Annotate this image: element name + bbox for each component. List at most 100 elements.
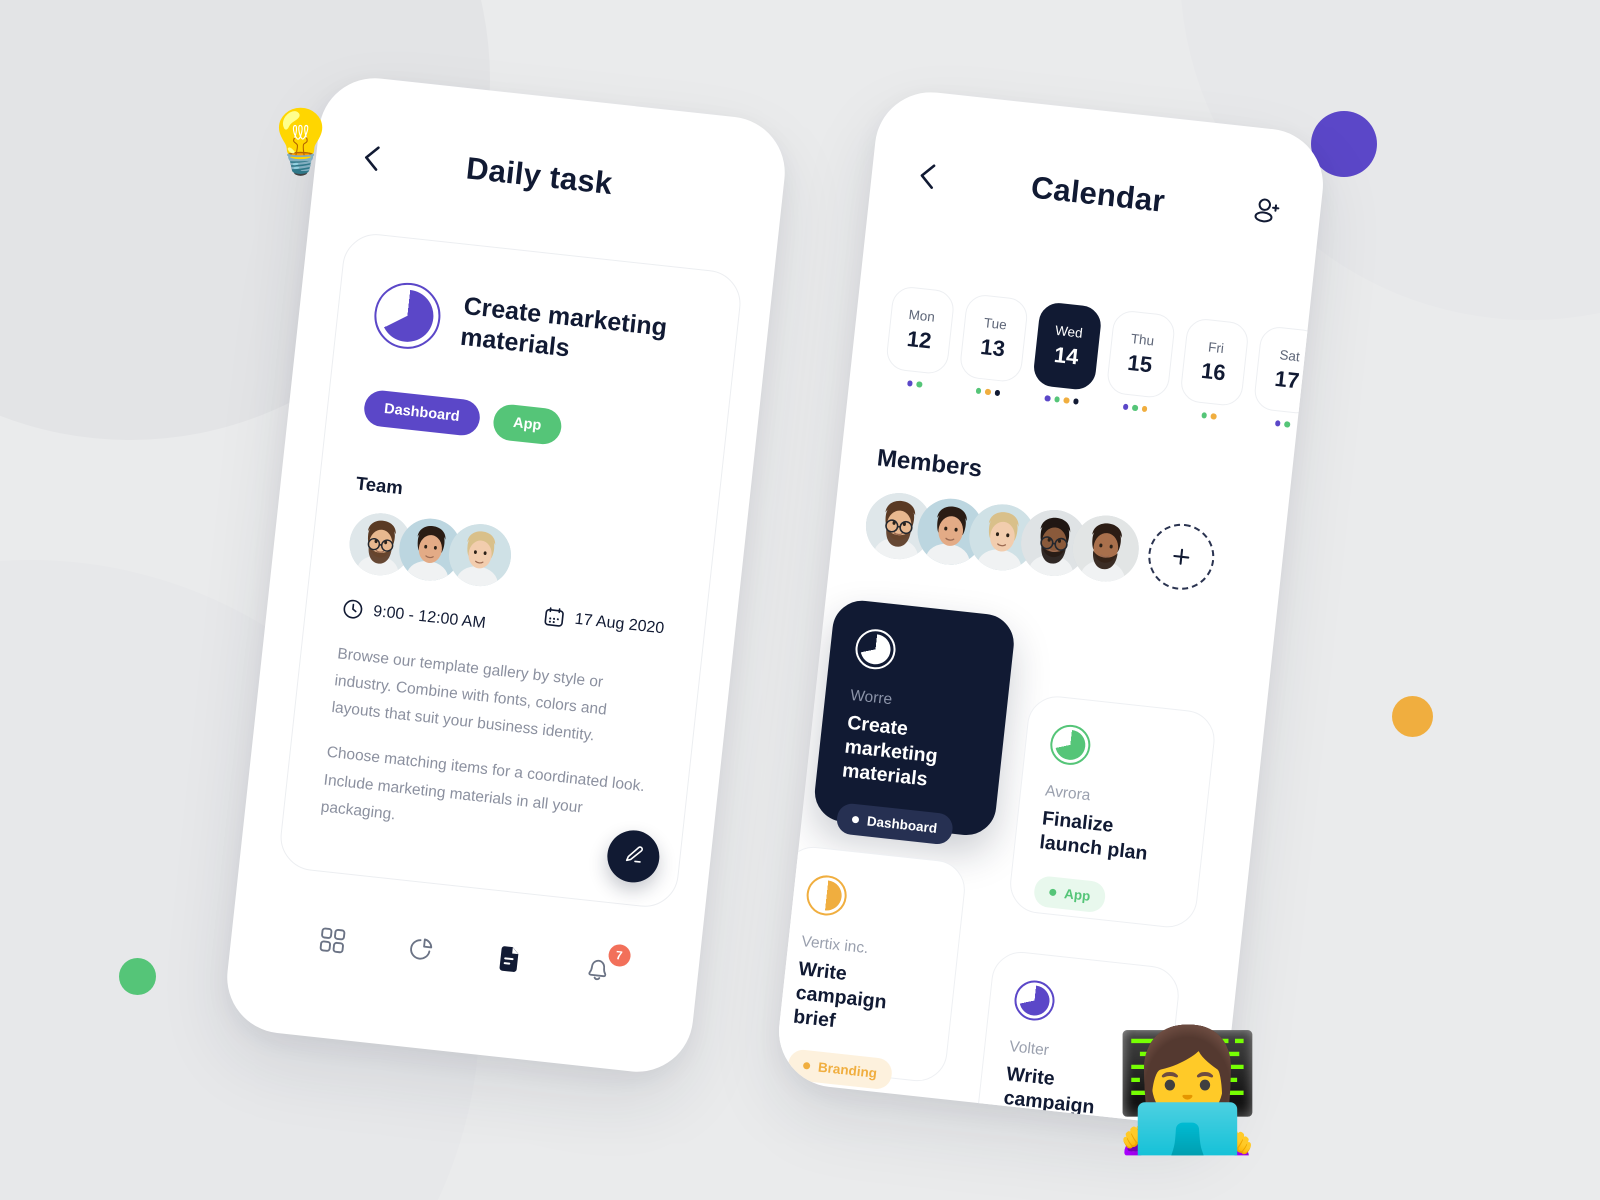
date-event-dots xyxy=(1122,403,1148,414)
date-event-dots xyxy=(906,380,923,389)
phone-daily-task: Daily task Create marketing materials Da… xyxy=(221,72,791,1078)
event-dot xyxy=(1072,398,1079,405)
card-tag-dot xyxy=(851,816,860,824)
team-avatar[interactable] xyxy=(445,520,515,590)
calendar-icon xyxy=(543,605,566,628)
back-button[interactable] xyxy=(913,162,942,191)
card-tag-dashboard[interactable]: Dashboard xyxy=(835,802,954,846)
event-dot xyxy=(1141,405,1148,412)
card-progress-pie-icon xyxy=(853,627,898,672)
calendar-task-card[interactable]: Vertix inc. Write campaign brief Branding xyxy=(773,843,968,1091)
date-cell-13[interactable]: Tue 13 xyxy=(958,293,1030,384)
event-dot xyxy=(1053,396,1060,403)
add-person-icon xyxy=(1249,193,1285,233)
date-event-dots xyxy=(1200,412,1217,421)
task-date: 17 Aug 2020 xyxy=(543,605,665,639)
date-weekday: Thu xyxy=(1130,330,1155,349)
card-tag-label: Dashboard xyxy=(866,813,938,837)
calendar-task-card[interactable]: Avrora Finalize launch plan App xyxy=(1007,693,1218,931)
team-avatar-list xyxy=(346,510,677,607)
nav-item-notifications[interactable]: 7 xyxy=(575,943,632,993)
event-dot xyxy=(1200,412,1208,419)
back-button[interactable] xyxy=(357,144,386,173)
date-cell-15[interactable]: Thu 15 xyxy=(1105,309,1177,400)
card-title: Finalize launch plan xyxy=(1038,807,1149,865)
event-dot xyxy=(1210,413,1217,420)
task-description: Browse our template gallery by style or … xyxy=(319,640,663,855)
task-tag-dashboard[interactable]: Dashboard xyxy=(362,388,482,438)
task-tag-app[interactable]: App xyxy=(491,402,564,446)
card-tag-dot xyxy=(1048,888,1057,896)
card-tag-label: App xyxy=(1063,885,1092,904)
grid-icon xyxy=(317,926,346,960)
event-dot xyxy=(916,381,923,388)
date-number: 17 xyxy=(1273,365,1301,393)
pie-chart-icon xyxy=(405,935,435,970)
date-weekday: Sat xyxy=(1278,346,1301,364)
date-event-dots xyxy=(975,387,1001,398)
document-icon xyxy=(495,944,523,979)
event-dot xyxy=(984,388,992,395)
clock-icon xyxy=(341,598,364,621)
date-number: 12 xyxy=(905,325,933,353)
date-cell-16[interactable]: Fri 16 xyxy=(1179,317,1250,408)
date-cell-17[interactable]: Sat 17 xyxy=(1252,325,1324,416)
event-dot xyxy=(1122,403,1129,410)
event-dot xyxy=(906,380,913,387)
date-number: 13 xyxy=(979,333,1007,361)
plus-icon xyxy=(1173,548,1190,565)
date-strip: Mon 12 Tue 13 Wed 14 Thu 15 Fri 16 Sat 17 xyxy=(883,285,1324,429)
date-number: 14 xyxy=(1052,341,1080,369)
event-dot xyxy=(994,389,1001,396)
nav-item-dashboard[interactable] xyxy=(310,920,354,964)
canvas: Daily task Create marketing materials Da… xyxy=(0,0,1600,1200)
card-tag-label: Branding xyxy=(817,1059,878,1082)
task-title: Create marketing materials xyxy=(459,291,669,362)
date-event-dots xyxy=(1274,420,1291,429)
card-progress-pie-icon xyxy=(804,873,849,918)
task-description-paragraph: Choose matching items for a coordinated … xyxy=(319,744,646,824)
date-cell-14[interactable]: Wed 14 xyxy=(1032,301,1103,392)
task-tag-list: Dashboard App xyxy=(362,388,690,460)
date-cell-12[interactable]: Mon 12 xyxy=(884,285,956,376)
calendar-header: Calendar xyxy=(912,157,1286,233)
calendar-task-card[interactable]: Worre Create marketing materials Dashboard xyxy=(811,597,1017,846)
date-column: Thu 15 xyxy=(1104,309,1177,415)
page-title: Calendar xyxy=(1029,169,1167,219)
nav-item-tasks[interactable] xyxy=(487,940,531,984)
bell-icon xyxy=(583,954,612,989)
event-dot xyxy=(1283,421,1291,428)
date-weekday: Fri xyxy=(1207,339,1225,356)
date-column: Mon 12 xyxy=(883,285,956,391)
event-dot xyxy=(1274,420,1281,427)
date-number: 16 xyxy=(1200,357,1228,385)
orange-circle-decoration xyxy=(1392,696,1433,737)
card-progress-pie-icon xyxy=(1012,978,1057,1023)
date-column: Wed 14 xyxy=(1030,301,1103,407)
daily-task-header: Daily task xyxy=(356,139,742,216)
task-detail-card: Create marketing materials Dashboard App … xyxy=(277,230,744,911)
event-dot xyxy=(975,387,982,394)
card-tag-branding[interactable]: Branding xyxy=(786,1048,894,1091)
green-circle-decoration xyxy=(119,958,156,995)
card-tag-app[interactable]: App xyxy=(1032,874,1107,914)
purple-circle-decoration xyxy=(1311,111,1377,177)
date-number: 15 xyxy=(1126,349,1154,377)
add-member-icon-button[interactable] xyxy=(1248,194,1285,231)
add-member-button[interactable] xyxy=(1144,520,1218,594)
members-label: Members xyxy=(875,444,984,483)
date-event-dots xyxy=(1044,395,1079,406)
date-weekday: Tue xyxy=(983,314,1008,333)
bottom-navigation: 7 xyxy=(222,878,703,1078)
card-progress-pie-icon xyxy=(1048,722,1093,767)
nav-item-statistics[interactable] xyxy=(398,930,442,974)
date-column: Tue 13 xyxy=(957,293,1030,399)
calendar-task-cards: Worre Create marketing materials Dashboard… xyxy=(773,583,1329,1130)
woman-technologist-emoji: 👩‍💻 xyxy=(1114,1025,1261,1157)
card-tag-dot xyxy=(802,1062,811,1070)
card-title: Write campaign brief xyxy=(792,957,888,1032)
date-column: Sat 17 xyxy=(1251,325,1324,431)
date-column: Fri 16 xyxy=(1177,317,1250,423)
event-dot xyxy=(1044,395,1051,402)
phone-calendar: Calendar Mon 12 Tue 13 Wed 14 Thu 15 Fri 16 Sat 17 … xyxy=(773,86,1329,1130)
